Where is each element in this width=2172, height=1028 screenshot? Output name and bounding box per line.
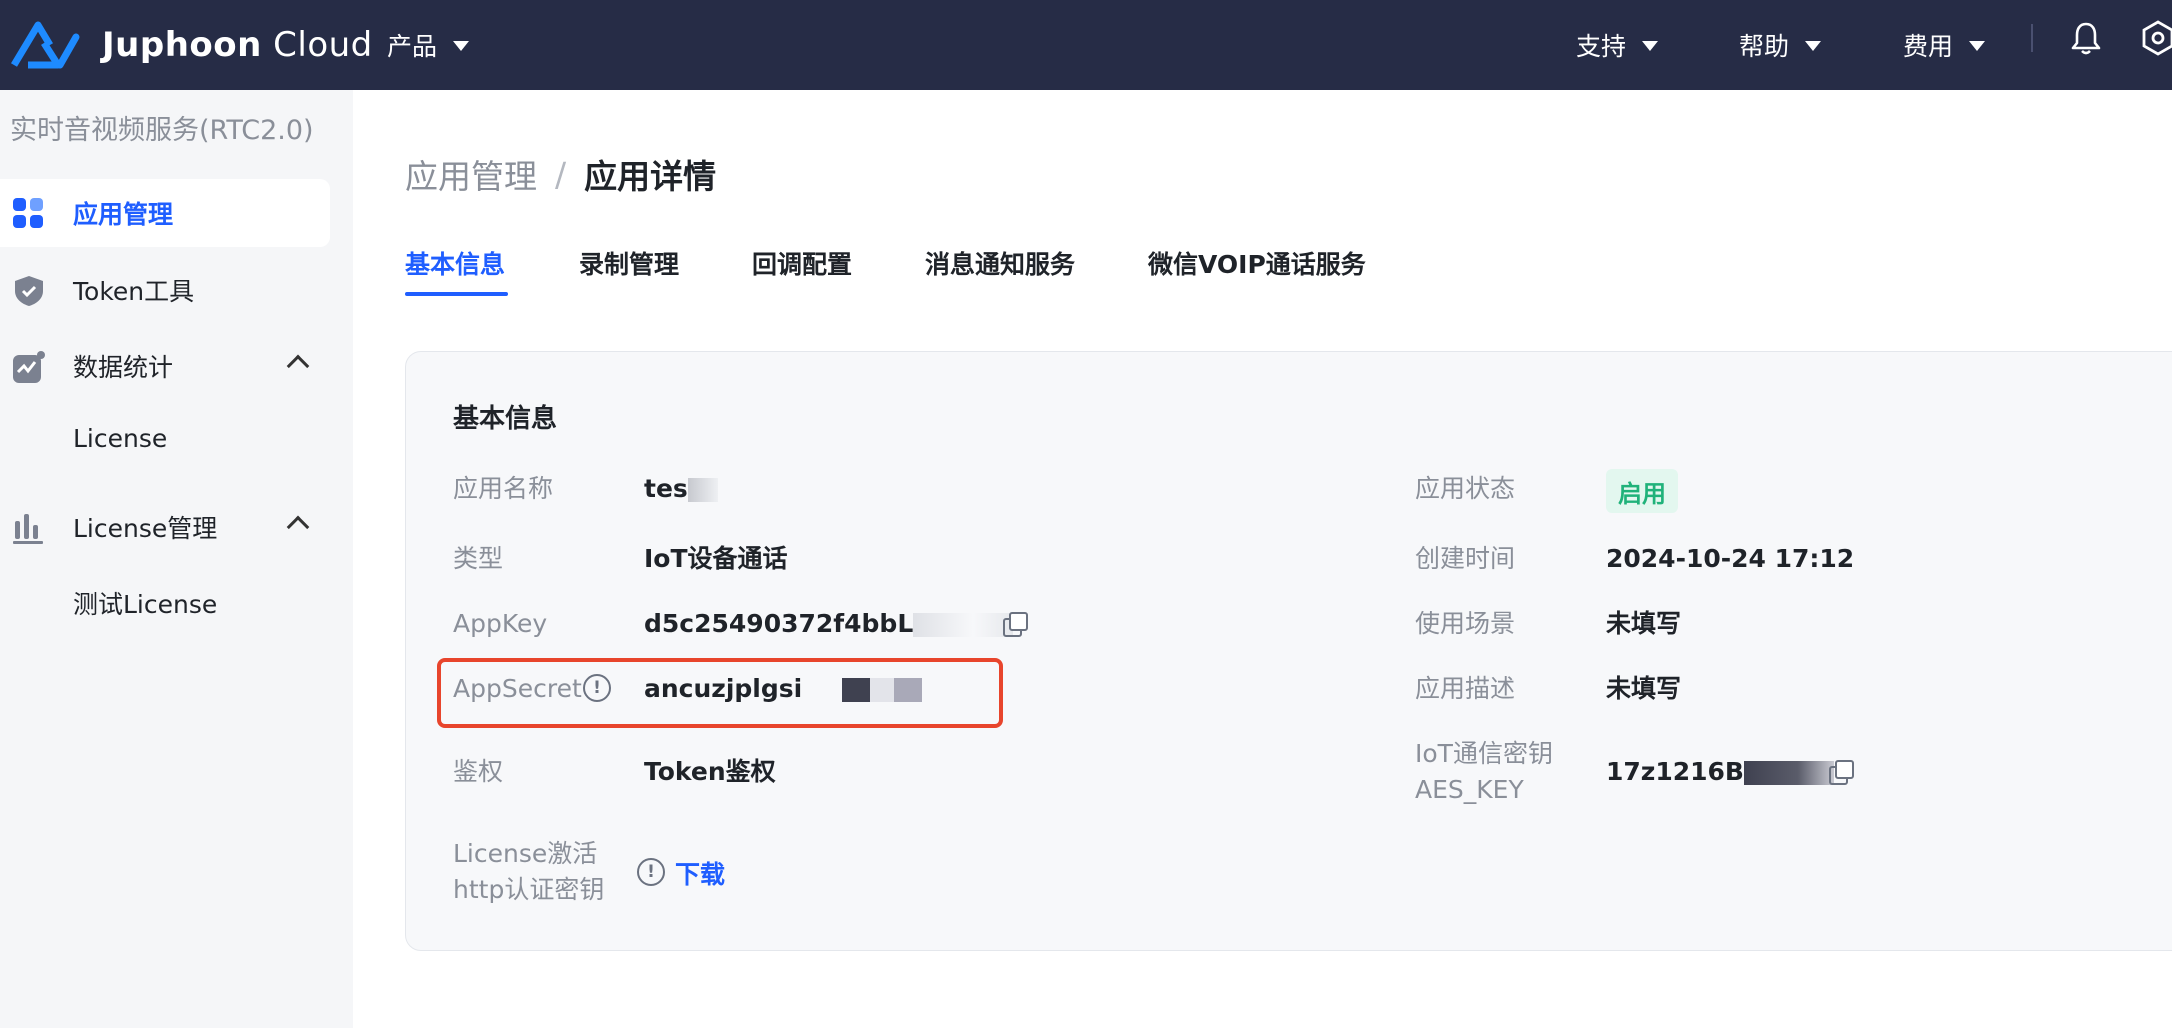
caret-down-icon (453, 41, 470, 51)
app-name-text: tes (644, 474, 688, 503)
nav-billing-label: 费用 (1903, 32, 1954, 61)
shield-icon (15, 276, 43, 306)
appsecret-value: ancuzjplgsi (644, 671, 923, 707)
sidebar-item-label: 应用管理 (73, 200, 174, 229)
aes-key-label: IoT通信密钥 AES_KEY (1415, 736, 1553, 808)
blurred-mask (1743, 761, 1834, 785)
tab-basic-info[interactable]: 基本信息 (405, 245, 505, 281)
status-badge: 启用 (1606, 469, 1678, 513)
usage-scenario-value: 未填写 (1606, 609, 1682, 638)
license-auth-key-label-line1: License激活 (453, 839, 598, 868)
sidebar-subitem-test-license[interactable]: 测试License (73, 585, 217, 621)
chevron-up-icon[interactable] (286, 515, 310, 539)
app-name-label: 应用名称 (453, 474, 554, 503)
app-name-value: tes (644, 471, 718, 507)
info-icon[interactable]: ! (583, 674, 611, 702)
license-auth-key-label-line2: http认证密钥 (453, 875, 605, 904)
download-link[interactable]: 下载 (675, 855, 725, 891)
tab-recording-management[interactable]: 录制管理 (579, 245, 679, 281)
type-value: IoT设备通话 (644, 544, 788, 573)
blurred-mask (687, 478, 718, 502)
app-status-label: 应用状态 (1415, 474, 1516, 503)
blurred-mask (842, 678, 871, 702)
nav-divider (2031, 24, 2033, 52)
appkey-value: d5c25490372f4bbL (644, 606, 1014, 642)
chevron-up-icon[interactable] (286, 354, 310, 378)
brand-logo[interactable]: Juphoon Cloud (10, 12, 373, 78)
created-time-value: 2024-10-24 17:12 (1606, 544, 1855, 573)
app-description-value: 未填写 (1606, 674, 1682, 703)
appsecret-label: AppSecret (453, 674, 582, 703)
sidebar-service-title: 实时音视频服务(RTC2.0) (10, 115, 314, 146)
apps-icon (13, 198, 43, 228)
sidebar-item-label: 数据统计 (73, 353, 174, 382)
created-time-label: 创建时间 (1415, 544, 1516, 573)
nav-product-menu[interactable]: 产品 (387, 20, 470, 70)
breadcrumb: 应用管理 / 应用详情 (405, 150, 716, 198)
info-icon[interactable]: ! (637, 858, 665, 886)
blurred-mask (894, 678, 923, 702)
active-tab-indicator (405, 292, 508, 296)
copy-aes-key-icon[interactable] (1826, 758, 1854, 785)
nav-support-menu[interactable]: 支持 (1576, 20, 1659, 70)
appsecret-text: ancuzjplgsi (644, 674, 803, 703)
tab-callback-config[interactable]: 回调配置 (752, 245, 852, 281)
tab-message-notification[interactable]: 消息通知服务 (925, 245, 1075, 281)
nav-billing-menu[interactable]: 费用 (1903, 20, 1986, 70)
caret-down-icon (1805, 41, 1822, 51)
type-label: 类型 (453, 544, 504, 573)
juphoon-logo-icon (10, 21, 80, 69)
brand-name: Juphoon Cloud (102, 25, 373, 65)
blurred-mask (913, 613, 1014, 637)
sidebar-item-label: Token工具 (73, 277, 195, 306)
stats-icon (13, 351, 45, 383)
aes-key-text: 17z1216B (1606, 757, 1744, 786)
nav-support-label: 支持 (1576, 32, 1627, 61)
copy-appkey-icon[interactable] (1000, 610, 1028, 637)
auth-value: Token鉴权 (644, 757, 776, 786)
caret-down-icon (1642, 41, 1659, 51)
sidebar-item-license-management[interactable]: License管理 (0, 493, 330, 561)
caret-down-icon (1969, 41, 1986, 51)
sidebar-subitem-license[interactable]: License (73, 424, 167, 453)
nav-product-label: 产品 (387, 32, 438, 61)
nav-help-menu[interactable]: 帮助 (1739, 20, 1822, 70)
bar-chart-icon (13, 514, 43, 544)
auth-label: 鉴权 (453, 757, 504, 786)
app-description-label: 应用描述 (1415, 674, 1516, 703)
bell-icon[interactable] (2066, 18, 2106, 58)
basic-info-card (405, 351, 2172, 951)
tab-wechat-voip[interactable]: 微信VOIP通话服务 (1148, 245, 1366, 281)
breadcrumb-separator: / (555, 154, 567, 194)
card-title: 基本信息 (453, 404, 558, 434)
sidebar-item-app-management[interactable]: 应用管理 (0, 179, 330, 247)
top-nav-bar: Juphoon Cloud 产品 支持 帮助 费用 (0, 0, 2172, 90)
blurred-mask (870, 678, 895, 702)
appkey-label: AppKey (453, 609, 548, 638)
hexagon-icon[interactable] (2138, 18, 2172, 58)
sidebar-item-data-stats[interactable]: 数据统计 (0, 332, 330, 400)
blank-mask (802, 678, 842, 702)
aes-key-label-line2: AES_KEY (1415, 775, 1524, 804)
aes-key-label-line1: IoT通信密钥 (1415, 739, 1553, 768)
breadcrumb-parent[interactable]: 应用管理 (405, 150, 537, 198)
nav-help-label: 帮助 (1739, 32, 1790, 61)
aes-key-value: 17z1216B (1606, 754, 1834, 790)
sidebar-item-label: License管理 (73, 514, 218, 543)
license-auth-key-label: License激活 http认证密钥 (453, 836, 604, 908)
page-title: 应用详情 (584, 157, 717, 196)
appkey-text: d5c25490372f4bbL (644, 609, 914, 638)
sidebar-item-token-tool[interactable]: Token工具 (0, 256, 330, 324)
usage-scenario-label: 使用场景 (1415, 609, 1516, 638)
